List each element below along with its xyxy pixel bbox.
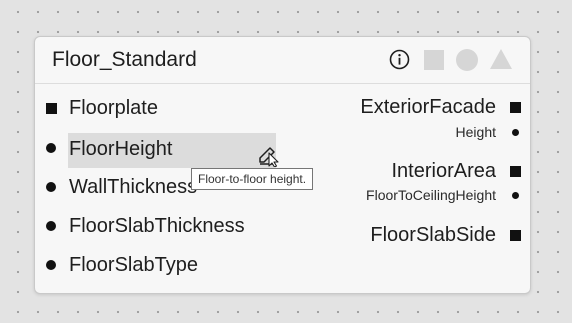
square-port-icon[interactable] (510, 230, 521, 241)
output-port-interiorarea[interactable]: InteriorArea (330, 156, 530, 186)
output-port-floorslabside[interactable]: FloorSlabSide (330, 220, 530, 250)
dot-port-icon[interactable] (512, 129, 519, 136)
square-port-icon[interactable] (510, 102, 521, 113)
output-port-label: FloorSlabSide (370, 224, 496, 246)
output-port-floortoceilingheight[interactable]: FloorToCeilingHeight (330, 185, 530, 205)
port-tooltip: Floor-to-floor height. (191, 168, 314, 190)
edit-pencil-icon[interactable] (257, 139, 283, 167)
output-port-height[interactable]: Height (330, 122, 530, 142)
output-port-label: ExteriorFacade (360, 96, 496, 118)
square-port-icon[interactable] (510, 166, 521, 177)
input-port-label: WallThickness (69, 176, 198, 198)
input-port-label: FloorSlabThickness (69, 215, 245, 237)
circle-shape-icon[interactable] (456, 49, 478, 71)
dot-port-icon[interactable] (46, 182, 56, 192)
square-port-icon[interactable] (46, 103, 57, 114)
node-floor-standard[interactable]: Floor_Standard Floorplate FloorHeight Wa… (34, 36, 531, 294)
dot-port-icon[interactable] (512, 192, 519, 199)
input-port-floorheight[interactable]: FloorHeight (35, 132, 295, 168)
output-port-label: FloorToCeilingHeight (366, 187, 496, 203)
input-port-label: FloorSlabType (69, 254, 198, 276)
node-title: Floor_Standard (52, 48, 197, 71)
input-port-label: FloorHeight (69, 138, 173, 160)
dot-port-icon[interactable] (46, 143, 56, 153)
output-port-label: InteriorArea (391, 160, 497, 182)
input-port-floorslabtype[interactable]: FloorSlabType (35, 250, 295, 280)
square-shape-icon[interactable] (424, 50, 444, 70)
input-port-label: Floorplate (69, 97, 158, 119)
input-port-floorplate[interactable]: Floorplate (35, 93, 295, 123)
dot-port-icon[interactable] (46, 260, 56, 270)
info-icon[interactable] (389, 49, 410, 70)
triangle-shape-icon[interactable] (489, 48, 513, 70)
node-header[interactable]: Floor_Standard (35, 37, 530, 84)
output-port-exteriorfacade[interactable]: ExteriorFacade (330, 92, 530, 122)
input-port-floorslabthickness[interactable]: FloorSlabThickness (35, 211, 295, 241)
dot-port-icon[interactable] (46, 221, 56, 231)
output-port-label: Height (455, 124, 496, 140)
